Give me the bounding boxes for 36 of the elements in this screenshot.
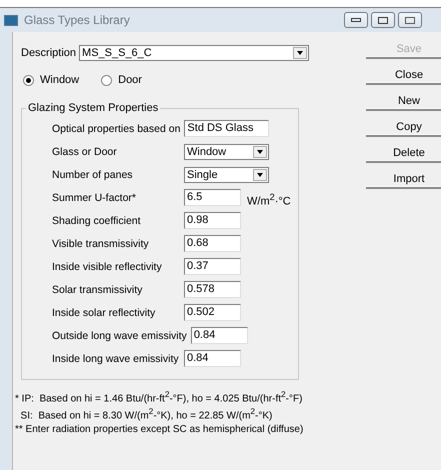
description-dropdown[interactable]: MS_S_S_6_C (79, 45, 310, 61)
field-label: Number of panes (52, 168, 134, 180)
dropdown[interactable]: Window (184, 144, 269, 160)
input-field[interactable]: 0.84 (190, 327, 248, 344)
field-label: Glass or Door (52, 146, 118, 158)
window-title: Glass Types Library (24, 13, 131, 27)
input-field[interactable]: 6.5 (184, 189, 241, 206)
field-label: Optical properties based on (52, 122, 182, 134)
close-button[interactable] (398, 12, 422, 28)
field-label: Visible transmissivity (52, 238, 150, 250)
maximize-button[interactable] (371, 12, 395, 28)
description-label: Description (21, 47, 76, 59)
input-field[interactable]: 0.68 (184, 235, 241, 252)
unit-label: W/m$^{2}$·°C (247, 192, 291, 208)
app-icon (4, 14, 18, 26)
radio-button[interactable]: Door (101, 74, 142, 86)
footnote: ** Enter radiation properties except SC as hemispherical (diffuse) (15, 424, 304, 435)
field-label: Shading coefficient (52, 214, 142, 226)
input-field[interactable]: 0.84 (184, 350, 241, 367)
input-field[interactable]: Std DS Glass (184, 120, 270, 137)
field-label: Inside long wave emissivity (52, 352, 180, 364)
group-title: Glazing System Properties (27, 102, 160, 114)
field-label: Inside solar reflectivity (52, 306, 156, 318)
field-label: Inside visible reflectivity (52, 260, 163, 272)
input-field[interactable]: 0.37 (184, 258, 241, 275)
field-label: Summer U-factor* (52, 192, 138, 204)
minimize-button[interactable] (344, 12, 368, 28)
field-label: Solar transmissivity (52, 284, 144, 296)
radio-button[interactable]: Window (23, 74, 80, 86)
field-label: Outside long wave emissivity (52, 330, 188, 342)
footnote: * IP: Based on hi = 1.46 Btu/(hr-ft$^{2}$-°F), ho = 4.025 Btu/(hr-ft$^{2}$-°F) (15, 389, 302, 404)
input-field[interactable]: 0.98 (184, 212, 241, 229)
dropdown[interactable]: Single (184, 166, 269, 182)
input-field[interactable]: 0.502 (184, 304, 241, 321)
footnote: SI: Based on hi = 8.30 W/(m$^{2}$-°K), ho = 22.85 W/(m$^{2}$-°K) (20, 406, 272, 422)
input-field[interactable]: 0.578 (184, 281, 241, 298)
